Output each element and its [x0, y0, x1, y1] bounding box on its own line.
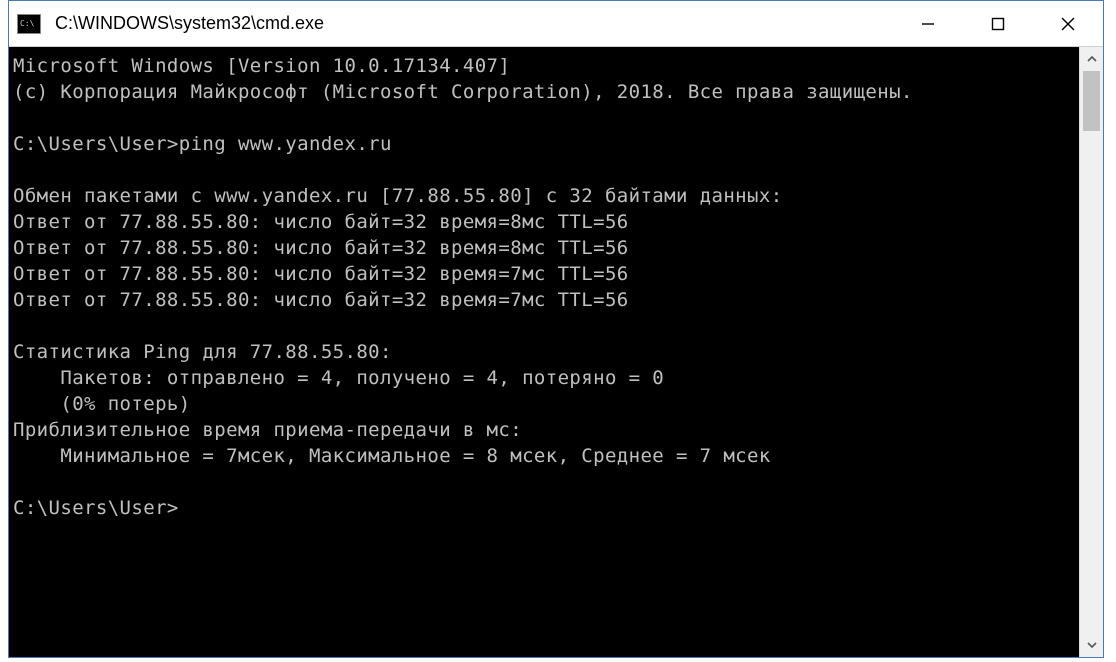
cmd-window: C:\ C:\WINDOWS\system32\cmd.exe Microsof… [8, 0, 1104, 658]
vertical-scrollbar[interactable] [1079, 47, 1103, 657]
terminal-line: Ответ от 77.88.55.80: число байт=32 врем… [13, 235, 1079, 261]
terminal-line [13, 157, 1079, 183]
terminal-line [13, 313, 1079, 339]
terminal-line: C:\Users\User>ping www.yandex.ru [13, 131, 1079, 157]
terminal-line: Приблизительное время приема-передачи в … [13, 417, 1079, 443]
terminal-line: Минимальное = 7мсек, Максимальное = 8 мс… [13, 443, 1079, 469]
terminal-line: Ответ от 77.88.55.80: число байт=32 врем… [13, 287, 1079, 313]
terminal-line: Статистика Ping для 77.88.55.80: [13, 339, 1079, 365]
scroll-down-arrow-icon[interactable] [1080, 633, 1104, 657]
scroll-up-arrow-icon[interactable] [1080, 47, 1104, 71]
cmd-icon: C:\ [17, 14, 41, 34]
titlebar[interactable]: C:\ C:\WINDOWS\system32\cmd.exe [9, 1, 1103, 47]
window-controls [893, 1, 1103, 46]
terminal-line: Обмен пакетами с www.yandex.ru [77.88.55… [13, 183, 1079, 209]
terminal-line: (c) Корпорация Майкрософт (Microsoft Cor… [13, 79, 1079, 105]
scroll-track[interactable] [1080, 71, 1103, 633]
minimize-button[interactable] [893, 1, 963, 46]
terminal-line: Microsoft Windows [Version 10.0.17134.40… [13, 53, 1079, 79]
terminal-line: (0% потерь) [13, 391, 1079, 417]
window-title: C:\WINDOWS\system32\cmd.exe [55, 13, 324, 34]
terminal-line: C:\Users\User> [13, 495, 1079, 521]
scroll-thumb[interactable] [1083, 71, 1100, 131]
terminal-line: Ответ от 77.88.55.80: число байт=32 врем… [13, 209, 1079, 235]
terminal-line [13, 105, 1079, 131]
terminal-line [13, 469, 1079, 495]
client-area: Microsoft Windows [Version 10.0.17134.40… [9, 47, 1103, 657]
terminal-line: Ответ от 77.88.55.80: число байт=32 врем… [13, 261, 1079, 287]
maximize-button[interactable] [963, 1, 1033, 46]
terminal-line: Пакетов: отправлено = 4, получено = 4, п… [13, 365, 1079, 391]
terminal-output[interactable]: Microsoft Windows [Version 10.0.17134.40… [9, 47, 1079, 657]
close-button[interactable] [1033, 1, 1103, 46]
